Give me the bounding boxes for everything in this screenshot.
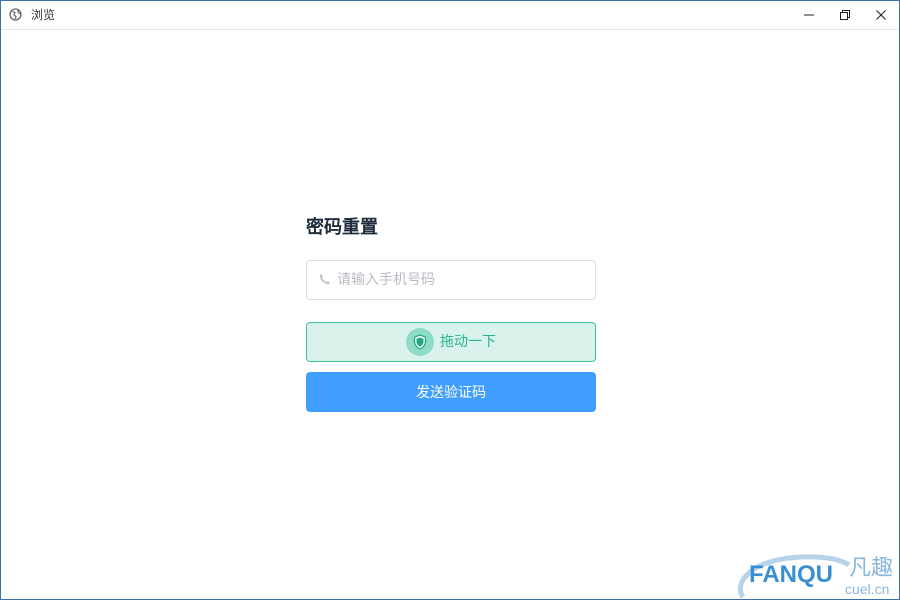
slider-captcha[interactable]: 拖动一下 (306, 322, 596, 362)
watermark-domain: cuel.cn (845, 581, 890, 597)
slider-handle[interactable] (406, 328, 434, 356)
globe-icon (9, 8, 22, 21)
title-bar[interactable]: 浏览 (1, 1, 899, 30)
restore-button[interactable] (827, 1, 863, 29)
close-icon (876, 10, 886, 20)
app-window: 浏览 密码重置 请输入手机号码 拖动一下 发送验证码 FANQU 凡趣 cuel… (0, 0, 900, 600)
watermark-cjk: 凡趣 (849, 556, 894, 581)
watermark-logo: FANQU 凡趣 cuel.cn (731, 553, 899, 599)
restore-icon (840, 10, 850, 20)
phone-icon (319, 274, 330, 285)
phone-field[interactable] (306, 260, 596, 300)
shield-icon (413, 334, 427, 350)
phone-input[interactable] (337, 261, 587, 299)
minimize-button[interactable] (791, 1, 827, 29)
watermark-latin: FANQU (749, 561, 833, 588)
window-title: 浏览 (31, 8, 56, 22)
close-button[interactable] (863, 1, 899, 29)
page-title: 密码重置 (306, 217, 378, 238)
send-code-button[interactable]: 发送验证码 (306, 372, 596, 412)
slider-label: 拖动一下 (440, 334, 496, 350)
minimize-icon (804, 14, 814, 16)
